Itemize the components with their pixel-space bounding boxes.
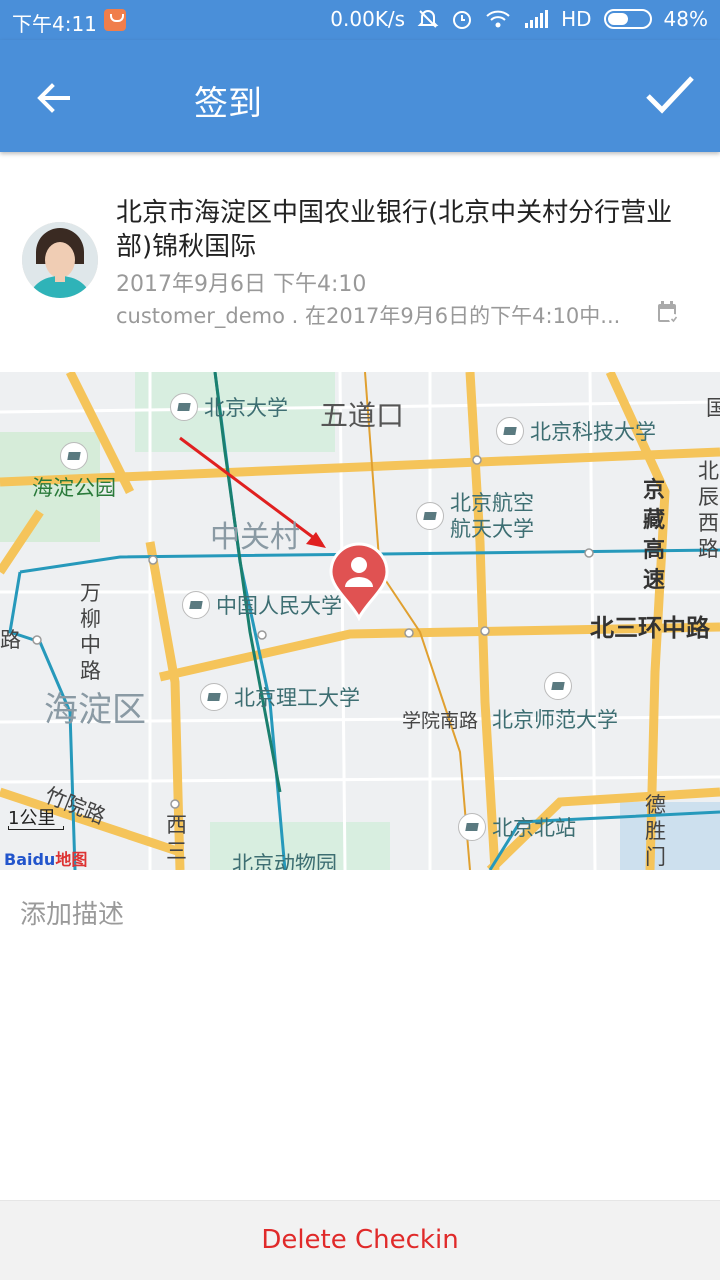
status-time: 下午4:11 — [12, 12, 97, 36]
notification-app-icon — [104, 9, 126, 31]
poi-label-line1: 北京航空 — [450, 491, 534, 515]
poi-label: 北京大学 — [204, 396, 288, 420]
label-right-edge: 国 — [706, 396, 720, 420]
poi-zoo[interactable]: 北京动物园 — [232, 848, 337, 870]
location-map[interactable]: 北京大学 五道口 北京科技大学 国 海淀公园 北辰西路 北京航空 航天大学 京藏高… — [0, 372, 720, 870]
poi-ruc[interactable]: 中国人民大学 — [182, 590, 342, 620]
university-icon — [170, 393, 198, 421]
battery-level: 48% — [663, 7, 708, 31]
label-zhongguancun: 中关村 — [210, 520, 300, 555]
mute-icon — [417, 10, 439, 28]
checkmark-icon[interactable] — [642, 70, 698, 120]
poi-pku[interactable]: 北京大学 — [170, 392, 288, 422]
poi-haidian-park[interactable]: 海淀公园 — [32, 442, 116, 502]
poi-label: 北京理工大学 — [234, 686, 360, 710]
checkin-datetime: 2017年9月6日 下午4:10 — [116, 272, 367, 297]
label-haidian-district: 海淀区 — [44, 690, 146, 730]
net-speed: 0.00K/s — [330, 7, 406, 31]
label-xueyuan-south: 学院南路 — [402, 710, 479, 732]
map-scale-bar — [8, 826, 64, 830]
label-wudaokou: 五道口 — [320, 399, 405, 432]
signal-type: HD — [561, 7, 592, 31]
signal-icon — [525, 10, 549, 28]
label-jingzang: 京藏高速 — [643, 478, 666, 593]
label-wanliu: 万柳中路 — [80, 581, 101, 683]
label-bnu: 北京师范大学 — [492, 708, 618, 732]
label-deshengmen: 德胜门内 — [645, 793, 666, 869]
arrow-left-icon[interactable] — [30, 76, 78, 120]
poi-beijing-north-station[interactable]: 北京北站 — [458, 812, 576, 842]
university-icon — [416, 502, 444, 530]
app-bar: 签到 — [0, 40, 720, 152]
battery-icon — [603, 9, 652, 29]
baidu-map-logo: Baidu地图 — [4, 850, 88, 869]
university-icon — [182, 591, 210, 619]
avatar — [22, 222, 98, 298]
university-icon — [496, 417, 524, 445]
checkin-place: 北京市海淀区中国农业银行(北京中关村分行营业部)锦秋国际 — [116, 198, 673, 262]
park-icon — [60, 442, 88, 470]
label-north-3rd-ring: 北三环中路 — [590, 614, 710, 642]
label-lu: 路 — [0, 628, 21, 652]
checkin-header: 北京市海淀区中国农业银行(北京中关村分行营业部)锦秋国际 2017年9月6日 下… — [0, 152, 720, 372]
delete-checkin-button[interactable]: Delete Checkin — [0, 1225, 720, 1255]
status-bar: 下午4:11 0.00K/s HD 48% — [0, 0, 720, 40]
poi-bit[interactable]: 北京理工大学 — [200, 682, 360, 712]
poi-bnu-icon[interactable] — [544, 672, 572, 700]
status-indicators: 0.00K/s HD 48% — [330, 7, 708, 31]
train-station-icon — [458, 813, 486, 841]
label-xisan: 西三 — [166, 813, 187, 863]
university-icon — [544, 672, 572, 700]
calendar-check-icon[interactable] — [656, 300, 680, 324]
poi-label: 北京科技大学 — [530, 420, 656, 444]
poi-label: 北京北站 — [492, 816, 576, 840]
label-beichen-west: 北辰西路 — [698, 459, 719, 561]
poi-label-line2: 航天大学 — [450, 517, 534, 541]
poi-buaa[interactable]: 北京航空 航天大学 — [416, 490, 534, 542]
checkin-summary: customer_demo . 在2017年9月6日的下午4:10中... — [116, 304, 621, 328]
delete-bar: Delete Checkin — [0, 1200, 720, 1280]
poi-ustb[interactable]: 北京科技大学 — [496, 416, 656, 446]
page-title: 签到 — [194, 84, 262, 124]
poi-label: 中国人民大学 — [216, 594, 342, 618]
description-input[interactable]: 添加描述 — [20, 894, 124, 931]
avatar-photo — [22, 222, 98, 298]
poi-label: 海淀公园 — [32, 476, 116, 500]
university-icon — [200, 683, 228, 711]
wifi-icon — [486, 10, 510, 28]
alarm-icon — [453, 11, 472, 29]
